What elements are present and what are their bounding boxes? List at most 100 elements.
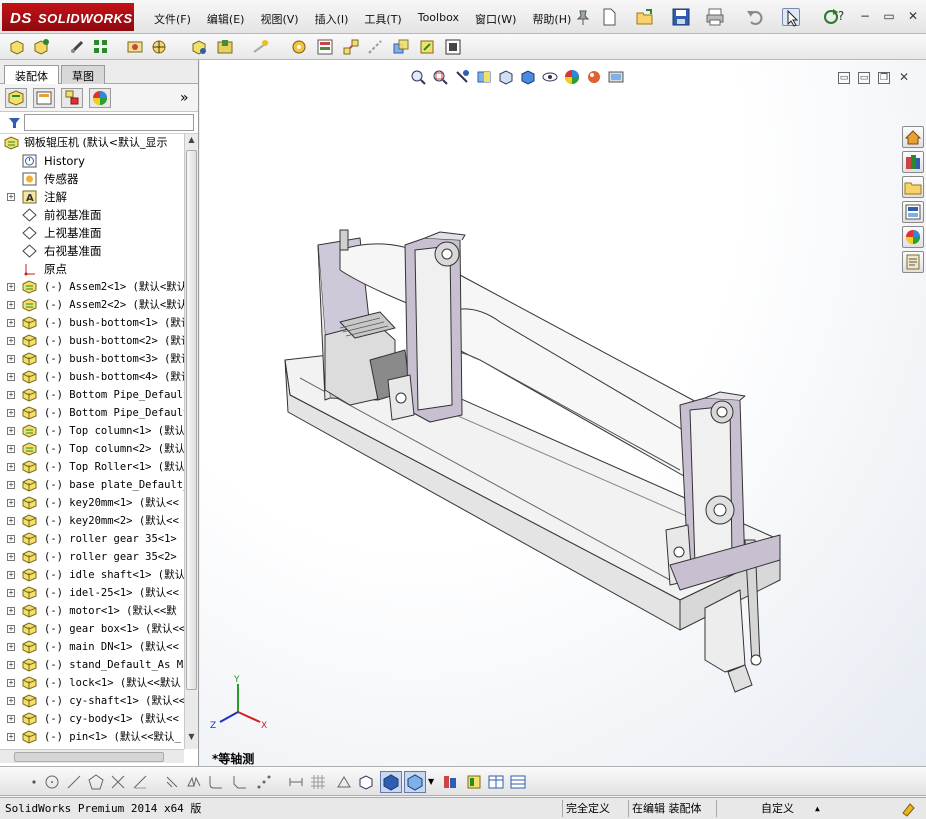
- tree-component-row[interactable]: + (-) lock<1> (默认<<默认: [0, 674, 184, 692]
- exploded-view-icon[interactable]: [342, 38, 360, 56]
- tree-component-row[interactable]: + (-) gear box<1> (默认<<: [0, 620, 184, 638]
- hscroll-thumb[interactable]: [14, 752, 164, 762]
- tree-component-row[interactable]: + (-) idel-25<1> (默认<<: [0, 584, 184, 602]
- tree-feature-row[interactable]: 右视基准面: [0, 242, 184, 260]
- tree-component-row[interactable]: + (-) roller gear 35<2> (: [0, 548, 184, 566]
- smart-dimension-icon[interactable]: [288, 774, 304, 790]
- tree-component-row[interactable]: + (-) base plate_Default_: [0, 476, 184, 494]
- flag-icon[interactable]: [466, 774, 482, 790]
- expand-toggle[interactable]: +: [7, 319, 15, 327]
- tree-component-row[interactable]: + (-) Assem2<1> (默认<默认: [0, 278, 184, 296]
- shaded-edges-icon[interactable]: [404, 771, 426, 793]
- graphics-viewport[interactable]: ▭ ▭ ❐ ✕ Y X Z *等轴测: [200, 60, 926, 766]
- expand-toggle[interactable]: +: [7, 697, 15, 705]
- tree-component-row[interactable]: + (-) Top column<1> (默认: [0, 422, 184, 440]
- display-manager-tab-icon[interactable]: [89, 88, 111, 108]
- reference-geometry-icon[interactable]: [252, 38, 270, 56]
- show-hidden-icon[interactable]: [190, 38, 208, 56]
- tree-component-row[interactable]: + (-) bush-bottom<1> (默认: [0, 314, 184, 332]
- expand-toggle[interactable]: +: [7, 463, 15, 471]
- linear-pattern-icon[interactable]: [256, 774, 272, 790]
- expand-toggle[interactable]: +: [7, 607, 15, 615]
- menu-toolbox[interactable]: Toolbox: [410, 9, 467, 29]
- expand-toggle[interactable]: +: [7, 409, 15, 417]
- menu-file[interactable]: 文件(F): [146, 9, 199, 29]
- expand-toggle[interactable]: +: [7, 625, 15, 633]
- interference-icon[interactable]: [392, 38, 410, 56]
- fillet-icon[interactable]: [208, 774, 224, 790]
- menu-view[interactable]: 视图(V): [252, 9, 306, 29]
- tree-feature-row[interactable]: 前视基准面: [0, 206, 184, 224]
- tab-sketch[interactable]: 草图: [61, 65, 105, 84]
- line-icon[interactable]: [66, 774, 82, 790]
- tree-feature-row[interactable]: 上视基准面: [0, 224, 184, 242]
- expand-toggle[interactable]: +: [7, 355, 15, 363]
- tree-vertical-scrollbar[interactable]: ▲ ▼: [184, 134, 198, 749]
- menu-tools[interactable]: 工具(T): [356, 9, 409, 29]
- polygon-icon[interactable]: [88, 774, 104, 790]
- new-motion-study-icon[interactable]: [290, 38, 308, 56]
- tree-root-assembly[interactable]: 钢板辊压机 (默认<默认_显示: [0, 134, 184, 152]
- unit-system-arrow[interactable]: ▲: [812, 800, 823, 817]
- tree-component-row[interactable]: + (-) cy-body<1> (默认<<: [0, 710, 184, 728]
- tree-component-row[interactable]: + (-) cy-shaft<1> (默认<<: [0, 692, 184, 710]
- expand-toggle[interactable]: +: [7, 337, 15, 345]
- configuration-manager-tab-icon[interactable]: [61, 88, 83, 108]
- property-manager-tab-icon[interactable]: [33, 88, 55, 108]
- expand-toggle[interactable]: +: [7, 445, 15, 453]
- bill-of-materials-icon[interactable]: [316, 38, 334, 56]
- expand-toggle[interactable]: +: [7, 535, 15, 543]
- tree-component-row[interactable]: + (-) Top column<2> (默认: [0, 440, 184, 458]
- expand-toggle[interactable]: +: [7, 427, 15, 435]
- restore-button[interactable]: ▭: [882, 9, 896, 23]
- expand-toggle[interactable]: +: [7, 517, 15, 525]
- tree-component-row[interactable]: + (-) idle shaft<1> (默认: [0, 566, 184, 584]
- tree-feature-row[interactable]: + A 注解: [0, 188, 184, 206]
- tree-component-row[interactable]: + (-) bush-bottom<4> (默认: [0, 368, 184, 386]
- display-pane-icon[interactable]: [444, 38, 462, 56]
- select-pointer-icon[interactable]: [782, 8, 800, 27]
- scroll-down-arrow[interactable]: ▼: [185, 732, 198, 746]
- materials-icon[interactable]: [442, 774, 458, 790]
- minimize-button[interactable]: −: [858, 9, 872, 23]
- tree-component-row[interactable]: + (-) Bottom Pipe_Default: [0, 386, 184, 404]
- 3d-sketch-icon[interactable]: [358, 774, 374, 790]
- scrollbar-thumb[interactable]: [186, 150, 197, 690]
- tree-component-row[interactable]: + (-) bush-bottom<3> (默认: [0, 350, 184, 368]
- insert-component-icon[interactable]: [8, 38, 26, 56]
- tree-component-row[interactable]: + (-) main DN<1> (默认<<: [0, 638, 184, 656]
- expand-toggle[interactable]: +: [7, 715, 15, 723]
- expand-toggle[interactable]: +: [7, 571, 15, 579]
- solidworks-logo[interactable]: DS SOLIDWORKS: [2, 3, 134, 31]
- offset-icon[interactable]: [164, 774, 180, 790]
- circle-icon[interactable]: [44, 774, 60, 790]
- tree-feature-row[interactable]: 传感器: [0, 170, 184, 188]
- expand-toggle[interactable]: +: [7, 499, 15, 507]
- assembly-features-icon[interactable]: [216, 38, 234, 56]
- smart-fasteners-icon[interactable]: [126, 38, 144, 56]
- open-icon[interactable]: [636, 8, 654, 26]
- filter-icon[interactable]: [8, 116, 22, 133]
- explode-line-icon[interactable]: [366, 38, 384, 56]
- expand-toggle[interactable]: +: [7, 589, 15, 597]
- menu-edit[interactable]: 编辑(E): [199, 9, 253, 29]
- mate-icon[interactable]: [68, 38, 86, 56]
- point-icon[interactable]: [26, 774, 42, 790]
- tree-component-row[interactable]: + (-) pin<1> (默认<<默认_: [0, 728, 184, 746]
- extend-icon[interactable]: [132, 774, 148, 790]
- new-part-icon[interactable]: [32, 38, 50, 56]
- tree-feature-row[interactable]: History: [0, 152, 184, 170]
- undo-icon[interactable]: [746, 8, 764, 26]
- expand-toggle[interactable]: +: [7, 661, 15, 669]
- tree-horizontal-scrollbar[interactable]: [0, 749, 184, 763]
- unit-system[interactable]: 自定义: [716, 800, 876, 817]
- print-icon[interactable]: [706, 8, 724, 26]
- menu-window[interactable]: 窗口(W): [467, 9, 524, 29]
- move-component-icon[interactable]: [150, 38, 168, 56]
- feature-manager-tab-icon[interactable]: [5, 88, 27, 108]
- expand-toggle[interactable]: +: [7, 193, 15, 201]
- expand-toggle[interactable]: +: [7, 283, 15, 291]
- tree-component-row[interactable]: + (-) key20mm<1> (默认<<: [0, 494, 184, 512]
- tree-feature-row[interactable]: 原点: [0, 260, 184, 278]
- tab-assembly[interactable]: 装配体: [4, 65, 59, 84]
